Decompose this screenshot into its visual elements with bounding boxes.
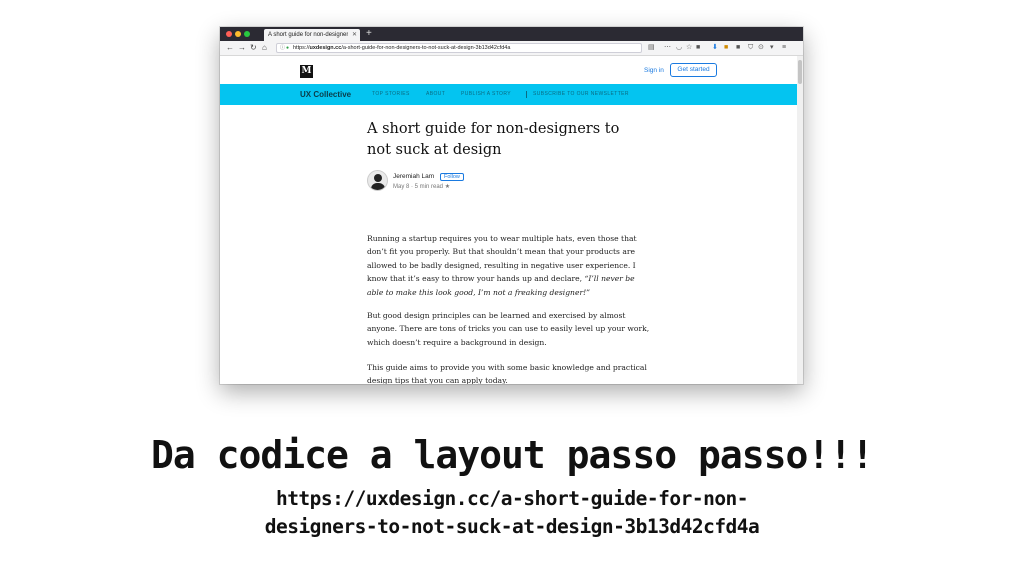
close-window-button[interactable] <box>226 31 232 37</box>
star-icon: ★ <box>444 184 451 190</box>
sync-icon[interactable]: ▾ <box>770 41 774 55</box>
medium-extension-icon[interactable]: ■ <box>696 41 700 55</box>
medium-logo[interactable]: M <box>300 65 313 78</box>
article-title: A short guide for non-designers to not s… <box>367 121 620 158</box>
minimize-window-button[interactable] <box>235 31 241 37</box>
browser-toolbar: ← → ↻ ⌂ ⓘ ● https://uxdesign.cc/a-short-… <box>220 41 803 56</box>
get-started-button[interactable]: Get started <box>670 63 717 77</box>
home-icon[interactable]: ⌂ <box>262 41 267 55</box>
page-actions-icon[interactable]: ⋯ <box>664 41 671 55</box>
url-prefix: https:// <box>293 45 310 51</box>
article-meta: May 8 · 5 min read ★ <box>393 183 450 190</box>
reload-icon[interactable]: ↻ <box>250 41 257 55</box>
author-name[interactable]: Jeremiah Lam <box>393 173 434 180</box>
back-icon[interactable]: ← <box>226 41 234 55</box>
nav-top-stories[interactable]: TOP STORIES <box>372 84 410 105</box>
paragraph-2: But good design principles can be learne… <box>367 311 650 347</box>
info-icon[interactable]: ⓘ <box>280 44 285 52</box>
follow-button[interactable]: Follow <box>440 173 464 181</box>
nav-divider <box>526 91 527 98</box>
tab-title: A short guide for non-designers <box>268 32 348 38</box>
forward-icon[interactable]: → <box>238 41 246 55</box>
slide-title: Da codice a layout passo passo!!! <box>151 433 874 477</box>
publish-date-readtime: May 8 · 5 min read <box>393 184 444 190</box>
web-page: M Sign in Get started UX Collective TOP … <box>220 56 797 384</box>
sign-in-link[interactable]: Sign in <box>644 67 664 74</box>
scrollbar-thumb[interactable] <box>798 60 802 84</box>
slide-url-line-1: https://uxdesign.cc/a-short-guide-for-no… <box>275 487 749 510</box>
address-bar[interactable]: ⓘ ● https://uxdesign.cc/a-short-guide-fo… <box>276 43 642 53</box>
pocket-icon[interactable]: ◡ <box>676 41 682 55</box>
browser-tab[interactable]: A short guide for non-designers ✕ <box>264 29 360 41</box>
publication-name[interactable]: UX Collective <box>300 84 351 105</box>
avatar-head <box>374 174 382 182</box>
tab-bar: A short guide for non-designers ✕ + <box>220 27 803 41</box>
nav-publish-story[interactable]: PUBLISH A STORY <box>461 84 511 105</box>
lock-icon: ● <box>286 45 290 51</box>
new-tab-button[interactable]: + <box>366 27 372 41</box>
scrollbar[interactable] <box>797 56 803 384</box>
paragraph-1: Running a startup requires you to wear m… <box>367 232 652 299</box>
avatar-body <box>371 183 385 190</box>
bookmark-star-icon[interactable]: ☆ <box>686 41 692 55</box>
url-host: uxdesign.cc <box>309 45 342 51</box>
avatar[interactable] <box>367 170 388 191</box>
shield-icon[interactable]: ⛉ <box>748 41 753 55</box>
nav-about[interactable]: ABOUT <box>426 84 445 105</box>
nav-subscribe-newsletter[interactable]: SUBSCRIBE TO OUR NEWSLETTER <box>533 84 629 105</box>
extension-icon[interactable]: ■ <box>724 41 728 55</box>
paragraph-3: This guide aims to provide you with some… <box>367 363 647 384</box>
extension-icon-2[interactable]: ■ <box>736 41 740 55</box>
publication-bar: UX Collective TOP STORIES ABOUT PUBLISH … <box>220 84 797 105</box>
download-icon[interactable]: ⬇ <box>712 41 718 55</box>
close-icon[interactable]: ✕ <box>352 29 357 41</box>
maximize-window-button[interactable] <box>244 31 250 37</box>
browser-window: A short guide for non-designers ✕ + ← → … <box>220 27 803 384</box>
reader-view-icon[interactable]: ▤ <box>648 41 655 55</box>
url-path: /a-short-guide-for-non-designers-to-not-… <box>341 45 511 51</box>
slide-url-line-2: designers-to-not-suck-at-design-3b13d42c… <box>264 515 760 538</box>
pinterest-icon[interactable]: ⊙ <box>758 41 764 55</box>
menu-icon[interactable]: ≡ <box>782 41 786 55</box>
